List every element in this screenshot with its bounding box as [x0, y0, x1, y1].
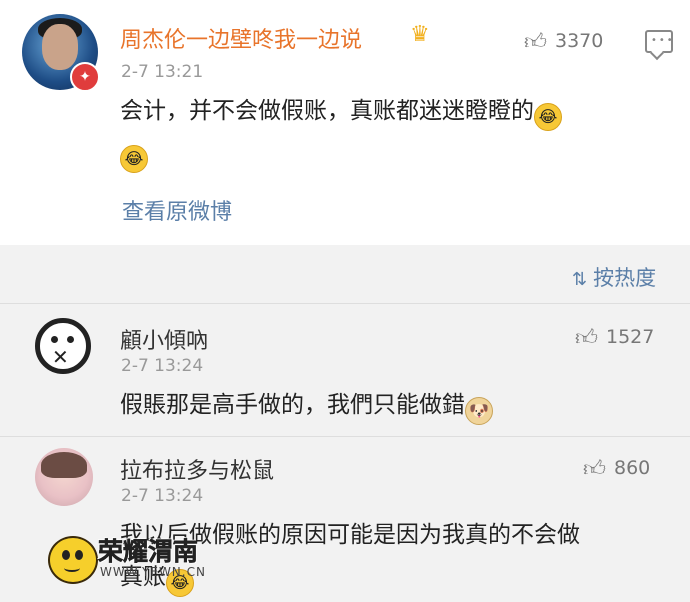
post-time: 2-7 13:21: [121, 62, 204, 82]
comment-like-button[interactable]: 👍︎ 860: [583, 455, 650, 482]
post-like-button[interactable]: 👍︎ 3370: [524, 28, 603, 55]
post-content: 会计，并不会做假账，真账都迷迷瞪瞪的 😂 😂: [120, 90, 680, 174]
watermark-title: 荣耀渭南: [98, 537, 199, 567]
main-post: ✦ 周杰伦一边壁咚我一边说 ♛ 2-7 13:21 👍︎ 3370 ••• 会计，…: [0, 0, 690, 245]
view-original-link[interactable]: 查看原微博: [122, 194, 232, 226]
divider: [0, 303, 690, 304]
commenter-avatar[interactable]: ✕: [35, 318, 91, 374]
comment-text: 假賬那是高手做的，我們只能做錯: [120, 392, 465, 418]
avatar-mouth-x: ✕: [52, 345, 69, 369]
commenter-name[interactable]: 拉布拉多与松鼠: [120, 453, 274, 485]
sort-button[interactable]: ⇅ 按热度: [572, 262, 656, 292]
avatar-eye: [51, 336, 58, 343]
comment-icon[interactable]: •••: [645, 30, 673, 53]
watermark: 荣耀渭南 WWW.YEWN.CN: [48, 532, 218, 594]
commenter-name[interactable]: 顧小傾吶: [120, 323, 208, 355]
avatar-hair: [41, 452, 87, 478]
avatar-face: [42, 24, 78, 70]
crown-icon: ♛: [410, 22, 430, 47]
bee-mouth: [64, 564, 80, 572]
thumb-up-icon: 👍︎: [524, 30, 547, 55]
comment-like-button[interactable]: 👍︎ 1527: [575, 324, 654, 351]
laugh-cry-emoji-icon: 😂: [120, 145, 148, 173]
comment-time: 2-7 13:24: [121, 356, 204, 376]
bee-eye: [62, 550, 70, 560]
post-content-text: 会计，并不会做假账，真账都迷迷瞪瞪的: [120, 98, 534, 124]
post-like-count: 3370: [555, 30, 604, 52]
bee-eye: [75, 550, 83, 560]
sort-label: 按热度: [593, 266, 657, 290]
comment-time: 2-7 13:24: [121, 486, 204, 506]
post-author-name[interactable]: 周杰伦一边壁咚我一边说: [120, 22, 362, 54]
laugh-cry-emoji-icon: 😂: [534, 103, 562, 131]
comment-like-count: 860: [614, 457, 651, 479]
commenter-avatar[interactable]: [35, 448, 93, 506]
doge-emoji-icon: 🐶: [465, 397, 493, 425]
watermark-url: WWW.YEWN.CN: [100, 565, 206, 579]
thumb-up-icon: 👍︎: [575, 326, 598, 351]
verified-badge-icon: ✦: [70, 62, 100, 92]
thumb-up-icon: 👍︎: [583, 457, 606, 482]
divider: [0, 436, 690, 437]
avatar-eye: [67, 336, 74, 343]
bee-mascot-icon: [48, 536, 98, 584]
comment-like-count: 1527: [606, 326, 655, 348]
comment-content: 假賬那是高手做的，我們只能做錯 🐶: [120, 384, 493, 426]
sort-icon: ⇅: [572, 269, 588, 290]
